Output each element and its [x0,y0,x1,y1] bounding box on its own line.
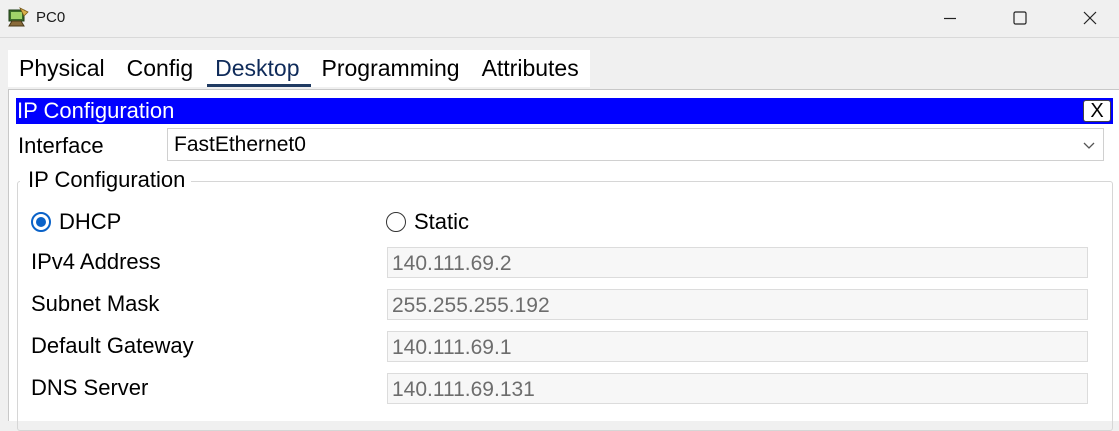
close-icon [1083,11,1097,25]
chevron-down-icon [1083,142,1095,149]
subnet-mask-value: 255.255.255.192 [392,294,550,317]
static-label: Static [414,209,470,234]
interface-value: FastEthernet0 [174,133,306,156]
default-gateway-value: 140.111.69.1 [392,336,512,359]
dns-server-value: 140.111.69.131 [392,378,535,401]
maximize-button[interactable] [997,0,1043,36]
tab-physical[interactable]: Physical [8,50,116,87]
subnet-mask-label: Subnet Mask [31,291,160,316]
dhcp-radio-option[interactable]: DHCP [31,207,121,237]
dns-server-field[interactable]: 140.111.69.131 [387,373,1088,404]
subnet-mask-field[interactable]: 255.255.255.192 [387,289,1088,320]
pc-app-icon [6,6,30,30]
ip-config-group-title: IP Configuration [20,166,192,194]
ipv4-address-field[interactable]: 140.111.69.2 [387,247,1088,278]
minimize-button[interactable] [927,0,973,36]
default-gateway-label: Default Gateway [31,333,194,358]
desktop-panel: IP Configuration X Interface FastEtherne… [8,89,1119,431]
static-radio-option[interactable]: Static [386,207,469,237]
tab-config[interactable]: Config [116,50,204,87]
window-title: PC0 [36,9,66,26]
ip-config-close-button[interactable]: X [1083,100,1111,122]
default-gateway-field[interactable]: 140.111.69.1 [387,331,1088,362]
title-bar: PC0 [0,0,1119,38]
minimize-icon [944,17,956,20]
tab-programming[interactable]: Programming [311,50,471,87]
dhcp-radio[interactable] [31,212,51,232]
ipv4-address-label: IPv4 Address [31,249,161,274]
interface-label: Interface [18,133,104,158]
static-radio[interactable] [386,212,406,232]
maximize-icon [1013,11,1027,25]
ip-config-header: IP Configuration X [16,98,1113,124]
interface-select[interactable]: FastEthernet0 [167,128,1104,161]
tab-attributes[interactable]: Attributes [471,50,590,87]
close-button[interactable] [1067,0,1113,36]
ipv4-address-value: 140.111.69.2 [392,252,512,275]
ip-config-header-title: IP Configuration [17,98,175,123]
dns-server-label: DNS Server [31,375,149,400]
tab-desktop[interactable]: Desktop [204,50,311,87]
tab-bar: Physical Config Desktop Programming Attr… [8,50,590,87]
dhcp-label: DHCP [59,209,122,234]
